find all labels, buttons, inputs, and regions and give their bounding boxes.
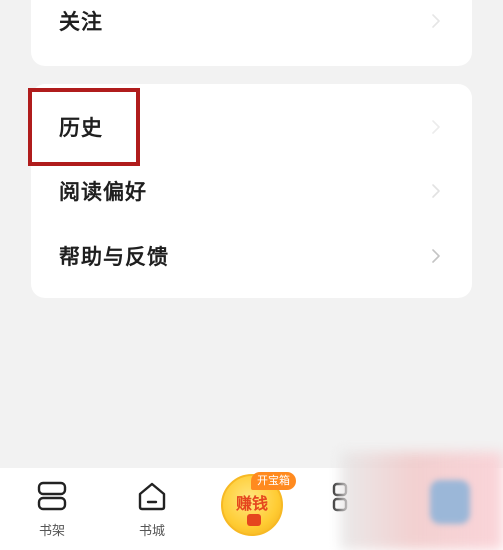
tab-bookstore-label: 书城: [138, 524, 165, 539]
bookshelf-icon: [36, 480, 68, 516]
tab-earn-label: 赚钱: [235, 494, 268, 513]
tab-bookstore[interactable]: 书城: [112, 468, 192, 550]
menu-card-top: 关注: [31, 0, 472, 66]
menu-item-help-feedback[interactable]: 帮助与反馈: [31, 228, 472, 284]
tab-bookshelf[interactable]: 书架: [12, 468, 92, 550]
menu-item-reading-preference-label: 阅读偏好: [59, 180, 147, 204]
menu-item-follow-label: 关注: [59, 10, 103, 34]
chevron-right-icon: [430, 183, 442, 199]
blurred-region: [340, 452, 503, 550]
home-icon: [136, 480, 168, 516]
gift-icon: [247, 514, 261, 526]
chevron-right-icon: [430, 119, 442, 135]
avatar[interactable]: [430, 480, 470, 524]
tab-bookshelf-label: 书架: [38, 524, 65, 539]
chevron-right-icon: [430, 248, 442, 264]
chevron-right-icon: [430, 13, 442, 29]
treasure-chest-badge: 开宝箱: [251, 472, 296, 490]
menu-item-help-feedback-label: 帮助与反馈: [59, 245, 169, 269]
highlight-annotation-box: [28, 88, 140, 166]
menu-item-follow[interactable]: 关注: [31, 0, 472, 49]
menu-item-reading-preference[interactable]: 阅读偏好: [31, 163, 472, 219]
